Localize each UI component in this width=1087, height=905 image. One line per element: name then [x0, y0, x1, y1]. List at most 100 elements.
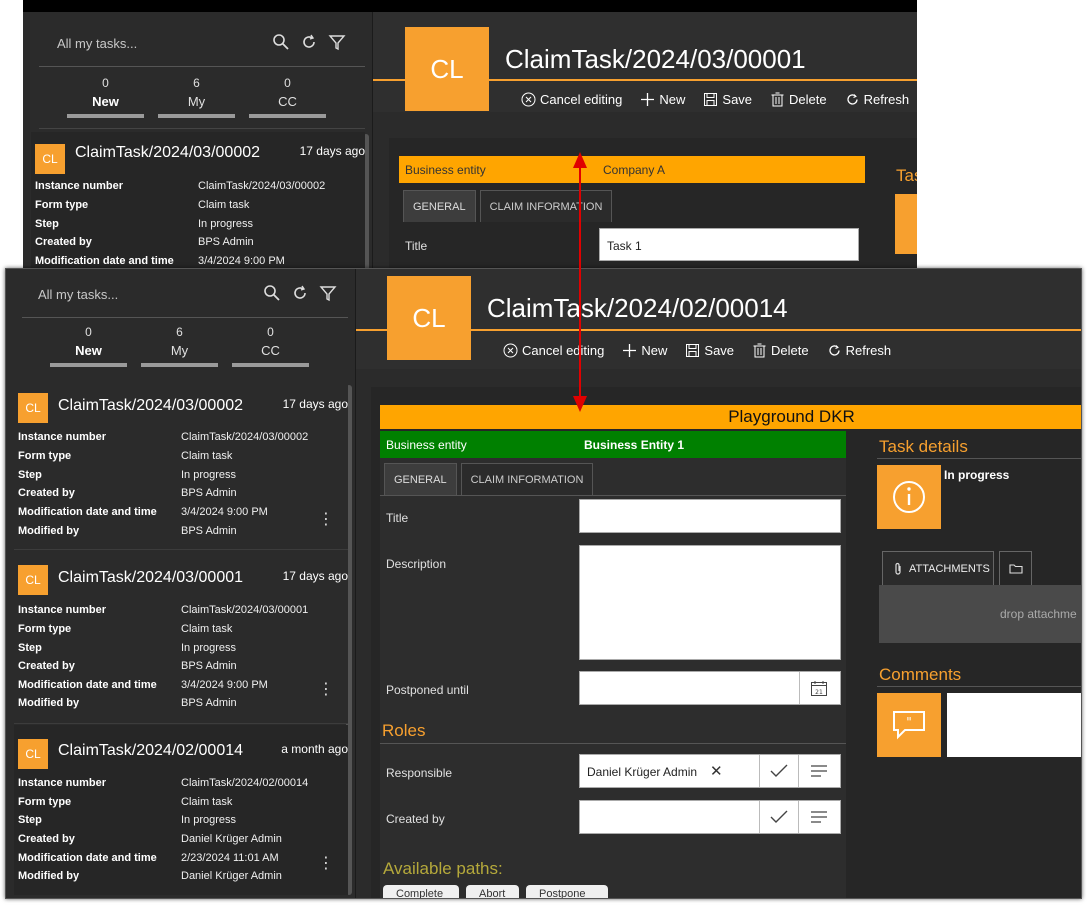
- card-divider: [14, 549, 348, 550]
- delete-button[interactable]: Delete: [770, 92, 827, 107]
- business-entity-label: Business entity: [386, 438, 467, 452]
- new-button[interactable]: New: [640, 92, 685, 107]
- drop-attachment-text: drop attachme: [1000, 607, 1077, 621]
- task-card-title: ClaimTask/2024/03/00002: [75, 144, 261, 161]
- created-by-field[interactable]: [579, 800, 841, 834]
- form-header: CL ClaimTask/2024/03/00001 Cancel editin…: [373, 12, 917, 112]
- roles-section-title: Roles: [382, 721, 426, 740]
- path-button-abort[interactable]: Abort: [466, 885, 519, 898]
- attachments-tab[interactable]: ATTACHMENTS: [882, 551, 994, 585]
- tab-general[interactable]: GENERAL: [403, 190, 476, 222]
- search-icon[interactable]: [271, 32, 291, 52]
- back-form-content: Business entity Company A GENERAL CLAIM …: [389, 138, 917, 268]
- list-icon[interactable]: [810, 811, 828, 826]
- form-tabs: GENERAL CLAIM INFORMATION: [384, 463, 594, 495]
- field-label: Instance number: [18, 604, 107, 616]
- path-button-complete[interactable]: Complete: [383, 885, 459, 898]
- description-textarea[interactable]: [579, 545, 841, 660]
- filter-icon[interactable]: [327, 32, 347, 52]
- counter-my[interactable]: 6 My: [141, 325, 218, 367]
- list-icon[interactable]: [810, 765, 828, 780]
- field-value: ClaimTask/2024/03/00002: [181, 431, 309, 443]
- field-value: ClaimTask/2024/03/00001: [181, 604, 309, 616]
- comment-input[interactable]: [947, 693, 1081, 757]
- refresh-button[interactable]: Refresh: [845, 92, 909, 107]
- cancel-editing-button[interactable]: Cancel editing: [521, 92, 622, 107]
- task-card[interactable]: CL ClaimTask/2024/02/00014 a month ago I…: [14, 725, 348, 895]
- field-divider: [798, 801, 799, 833]
- delete-button[interactable]: Delete: [752, 343, 809, 358]
- task-list-sidebar: All my tasks... 0 New 6 My 0 CC CL Claim…: [23, 12, 373, 268]
- path-button-postpone[interactable]: Postpone: [526, 885, 608, 898]
- attachment-drop-zone[interactable]: drop attachme: [879, 585, 1081, 643]
- search-bar[interactable]: All my tasks...: [39, 30, 349, 60]
- task-badge: CL: [18, 393, 48, 423]
- counter-new-label: New: [92, 94, 119, 109]
- title-input[interactable]: [579, 499, 841, 533]
- refresh-button[interactable]: Refresh: [827, 343, 891, 358]
- new-button[interactable]: New: [622, 343, 667, 358]
- counter-cc[interactable]: 0 CC: [249, 76, 326, 118]
- form-header: CL ClaimTask/2024/02/00014 Cancel editin…: [356, 269, 1081, 369]
- title-strip: [23, 0, 917, 12]
- check-icon[interactable]: [770, 764, 788, 781]
- counter-new-label: New: [75, 343, 102, 358]
- tab-claim-information[interactable]: CLAIM INFORMATION: [460, 463, 594, 495]
- counter-new[interactable]: 0 New: [50, 325, 127, 367]
- refresh-icon[interactable]: [290, 283, 310, 303]
- task-card[interactable]: CL ClaimTask/2024/03/00001 17 days ago I…: [14, 551, 348, 723]
- counter-cc-count: 0: [284, 76, 291, 90]
- delete-label: Delete: [771, 343, 809, 358]
- field-value: BPS Admin: [198, 236, 254, 248]
- business-entity-row: Business entity Company A: [399, 156, 865, 183]
- refresh-icon[interactable]: [299, 32, 319, 52]
- field-label: Step: [18, 814, 42, 826]
- field-divider: [759, 755, 760, 787]
- field-value: BPS Admin: [181, 487, 237, 499]
- calendar-icon[interactable]: 21: [810, 680, 828, 700]
- field-divider: [759, 801, 760, 833]
- status-tile: [877, 465, 941, 529]
- search-divider: [22, 317, 348, 318]
- counter-cc-bar: [249, 114, 326, 118]
- save-button[interactable]: Save: [703, 92, 752, 107]
- tab-general[interactable]: GENERAL: [384, 463, 457, 495]
- field-label: Instance number: [35, 180, 124, 192]
- check-icon[interactable]: [770, 810, 788, 827]
- counter-cc[interactable]: 0 CC: [232, 325, 309, 367]
- trash-icon: [771, 92, 784, 107]
- search-placeholder[interactable]: All my tasks...: [57, 36, 137, 51]
- field-value: 3/4/2024 9:00 PM: [181, 506, 268, 518]
- field-label: Instance number: [18, 431, 107, 443]
- task-card-age: 17 days ago: [282, 397, 348, 411]
- save-button[interactable]: Save: [685, 343, 734, 358]
- search-icon[interactable]: [262, 283, 282, 303]
- search-placeholder[interactable]: All my tasks...: [38, 287, 118, 302]
- postponed-date-input[interactable]: 21: [579, 671, 841, 705]
- field-label: Created by: [18, 660, 75, 672]
- more-options-icon[interactable]: ⋮: [318, 853, 334, 873]
- task-badge: CL: [18, 739, 48, 769]
- counter-new[interactable]: 0 New: [67, 76, 144, 118]
- tab-claim-information[interactable]: CLAIM INFORMATION: [479, 190, 613, 222]
- task-details-divider: [877, 458, 1081, 459]
- field-value: Claim task: [181, 623, 233, 635]
- title-input-value: Task 1: [607, 239, 642, 253]
- responsible-value: Daniel Krüger Admin: [587, 765, 698, 779]
- more-options-icon[interactable]: ⋮: [318, 509, 334, 529]
- comment-icon: ": [893, 711, 925, 740]
- counter-my[interactable]: 6 My: [158, 76, 235, 118]
- form-title: ClaimTask/2024/02/00014: [487, 293, 788, 323]
- task-card[interactable]: CL ClaimTask/2024/03/00002 17 days ago I…: [31, 132, 365, 268]
- task-card[interactable]: CL ClaimTask/2024/03/00002 17 days ago I…: [14, 379, 348, 551]
- task-card-age: 17 days ago: [282, 569, 348, 583]
- search-bar[interactable]: All my tasks...: [22, 281, 337, 311]
- filter-icon[interactable]: [318, 283, 338, 303]
- remove-icon[interactable]: ✕: [710, 762, 723, 780]
- task-badge: CL: [18, 565, 48, 595]
- more-options-icon[interactable]: ⋮: [318, 679, 334, 699]
- responsible-field[interactable]: Daniel Krüger Admin ✕: [579, 754, 841, 788]
- folder-tab[interactable]: [999, 551, 1032, 585]
- title-input[interactable]: Task 1: [599, 228, 859, 261]
- field-label: Step: [18, 642, 42, 654]
